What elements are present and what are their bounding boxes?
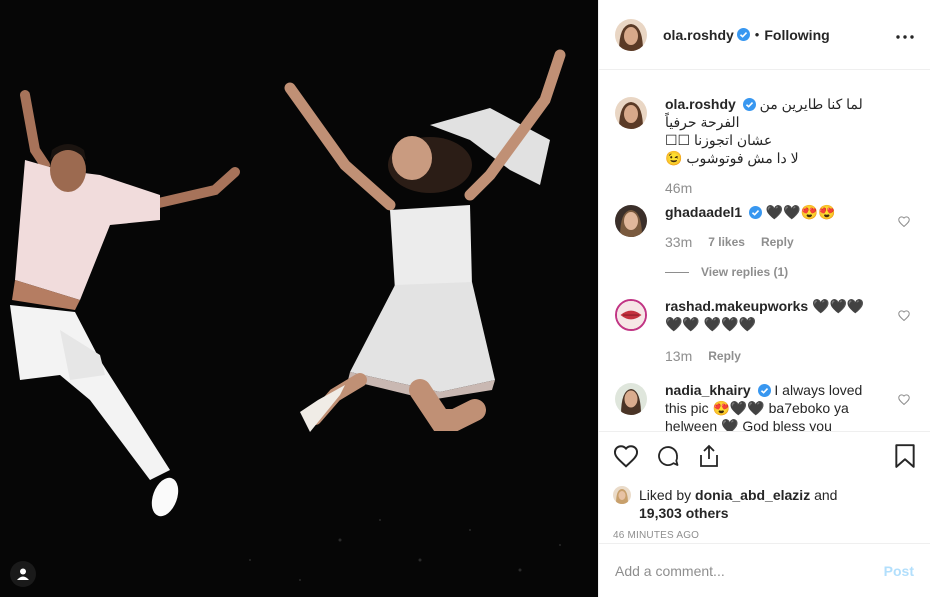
comment-username[interactable]: rashad.makeupworks <box>665 298 808 314</box>
user-tag-icon <box>17 568 29 580</box>
comments-list[interactable]: ola.roshdy لما كنا طايرين من الفرحة حرفي… <box>599 85 930 431</box>
author-avatar-image <box>615 18 647 51</box>
liked-by-and: and <box>814 487 838 503</box>
comment-button[interactable] <box>655 444 681 471</box>
more-options-button[interactable] <box>896 27 914 42</box>
share-button[interactable] <box>697 444 721 471</box>
comment-like-button[interactable] <box>898 393 910 408</box>
like-button[interactable] <box>613 444 639 471</box>
caption-avatar-image <box>615 97 647 129</box>
comment-likes[interactable]: 7 likes <box>708 233 745 251</box>
comment-item: nadia_khairy I always loved this pic 😍🖤🖤… <box>599 381 930 431</box>
comment-like-button[interactable] <box>898 309 910 324</box>
header-separator: • <box>754 27 760 42</box>
post-header: ola.roshdy • Following <box>599 0 930 70</box>
verified-icon <box>757 384 771 397</box>
caption: ola.roshdy لما كنا طايرين من الفرحة حرفي… <box>599 95 930 197</box>
view-replies-label: View replies (1) <box>701 265 789 279</box>
following-button[interactable]: Following <box>764 27 829 43</box>
liker-avatar-image <box>613 486 631 504</box>
caption-username[interactable]: ola.roshdy <box>665 96 736 112</box>
commenter-avatar[interactable] <box>615 383 647 415</box>
post-comment-button[interactable]: Post <box>884 563 914 579</box>
post-side-panel: ola.roshdy • Following ola.roshdy لما كن… <box>598 0 930 597</box>
comment-item: rashad.makeupworks 🖤🖤🖤🖤🖤 🖤🖤🖤 13m Reply <box>599 297 930 365</box>
photo-image <box>0 0 598 597</box>
comment-input[interactable] <box>615 562 884 579</box>
replies-line <box>665 271 689 273</box>
comment-item: ghadaadel1 🖤🖤😍😍 33m 7 likes Reply View r… <box>599 203 930 281</box>
share-icon <box>700 444 718 467</box>
verified-icon <box>736 28 750 41</box>
comment-icon <box>658 445 679 466</box>
liker-avatar[interactable] <box>613 486 631 504</box>
commenter-avatar[interactable] <box>615 205 647 237</box>
liked-by-prefix: Liked by <box>639 487 692 503</box>
heart-icon <box>898 310 910 322</box>
author-username[interactable]: ola.roshdy <box>663 27 734 43</box>
caption-avatar[interactable] <box>615 97 647 129</box>
comment-like-button[interactable] <box>898 215 910 230</box>
caption-time[interactable]: 46m <box>665 179 692 197</box>
heart-icon <box>898 394 910 406</box>
user-tag-button[interactable] <box>10 561 36 587</box>
likes-count[interactable]: 19,303 others <box>639 505 729 521</box>
bookmark-icon <box>895 443 915 468</box>
commenter-avatar-image <box>615 383 647 415</box>
commenter-avatar-image <box>617 301 645 329</box>
more-icon <box>896 35 914 39</box>
reply-button[interactable]: Reply <box>761 233 794 251</box>
comment-username[interactable]: nadia_khairy <box>665 382 751 398</box>
verified-icon <box>742 98 756 111</box>
caption-line-2: عشان اتجوزنا ☐☐ <box>665 132 773 148</box>
commenter-avatar-image <box>615 205 647 237</box>
comment-text: 🖤🖤😍😍 <box>765 204 836 220</box>
save-button[interactable] <box>894 443 916 472</box>
post-photo[interactable] <box>0 0 598 597</box>
heart-icon <box>613 444 639 468</box>
post-actions: Liked by donia_abd_elaziz and 19,303 oth… <box>599 431 930 543</box>
liked-by-user[interactable]: donia_abd_elaziz <box>695 487 810 503</box>
comment-time[interactable]: 13m <box>665 347 692 365</box>
comment-username[interactable]: ghadaadel1 <box>665 204 742 220</box>
verified-icon <box>748 206 762 219</box>
view-replies-button[interactable]: View replies (1) <box>665 263 880 281</box>
add-comment-bar: Post <box>599 543 930 597</box>
author-avatar[interactable] <box>615 18 647 51</box>
post-timestamp[interactable]: 46 MINUTES AGO <box>613 530 916 541</box>
reply-button[interactable]: Reply <box>708 347 741 365</box>
liked-by: Liked by donia_abd_elaziz and 19,303 oth… <box>613 486 916 522</box>
heart-icon <box>898 216 910 228</box>
caption-line-3: لا دا مش فوتوشوب 😉 <box>665 150 799 166</box>
comment-time[interactable]: 33m <box>665 233 692 251</box>
commenter-avatar[interactable] <box>615 299 647 331</box>
